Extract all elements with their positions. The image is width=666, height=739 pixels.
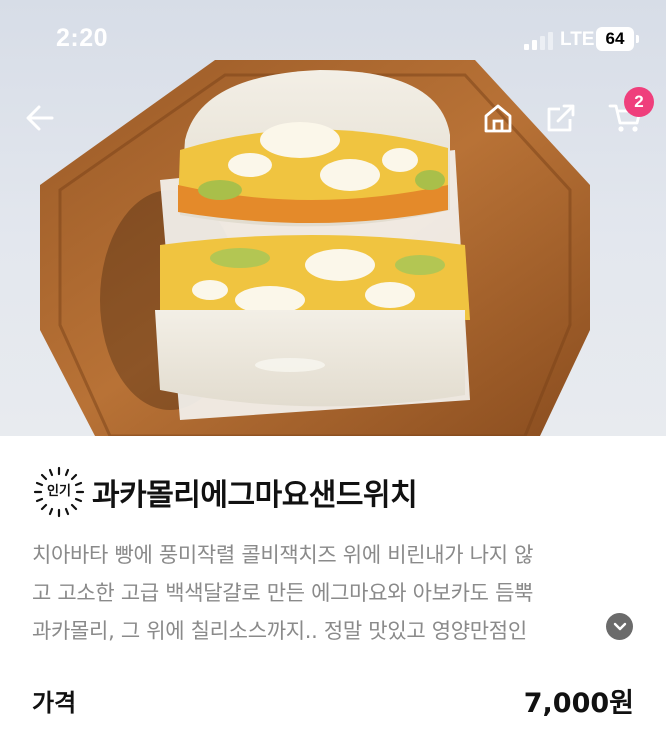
- chevron-down-icon: [613, 622, 626, 630]
- status-time: 2:20: [56, 24, 109, 52]
- battery-tip: [636, 35, 639, 43]
- product-title-row: 인기 과카몰리에그마요샌드위치: [32, 464, 418, 520]
- status-bar: 2:20 LTE 64: [0, 0, 666, 80]
- signal-icon: [524, 32, 554, 50]
- share-icon: [547, 104, 575, 132]
- popular-badge-label: 인기: [47, 484, 71, 499]
- price-row: 가격 7,000원: [32, 680, 634, 720]
- home-icon: [484, 104, 512, 133]
- description-line: 고 고소한 고급 백색달걀로 만든 에그마요와 아보카도 듬뿍: [32, 581, 534, 605]
- price-value: 7,000원: [523, 687, 634, 719]
- network-type: LTE: [560, 29, 595, 50]
- popular-badge: 인기: [32, 465, 86, 519]
- arrow-left-icon: [26, 105, 54, 131]
- expand-description-button[interactable]: [606, 613, 633, 640]
- battery-icon: 64: [596, 27, 634, 51]
- share-button[interactable]: [541, 98, 581, 138]
- home-button[interactable]: [478, 98, 518, 138]
- back-button[interactable]: [20, 98, 60, 138]
- price-label: 가격: [32, 688, 77, 717]
- description-line: 치아바타 빵에 풍미작렬 콜비잭치즈 위에 비린내가 나지 않: [32, 543, 534, 567]
- product-image: 2:20 LTE 64 2: [0, 0, 666, 436]
- product-title: 과카몰리에그마요샌드위치: [92, 478, 418, 513]
- cart-count-badge: 2: [624, 87, 654, 117]
